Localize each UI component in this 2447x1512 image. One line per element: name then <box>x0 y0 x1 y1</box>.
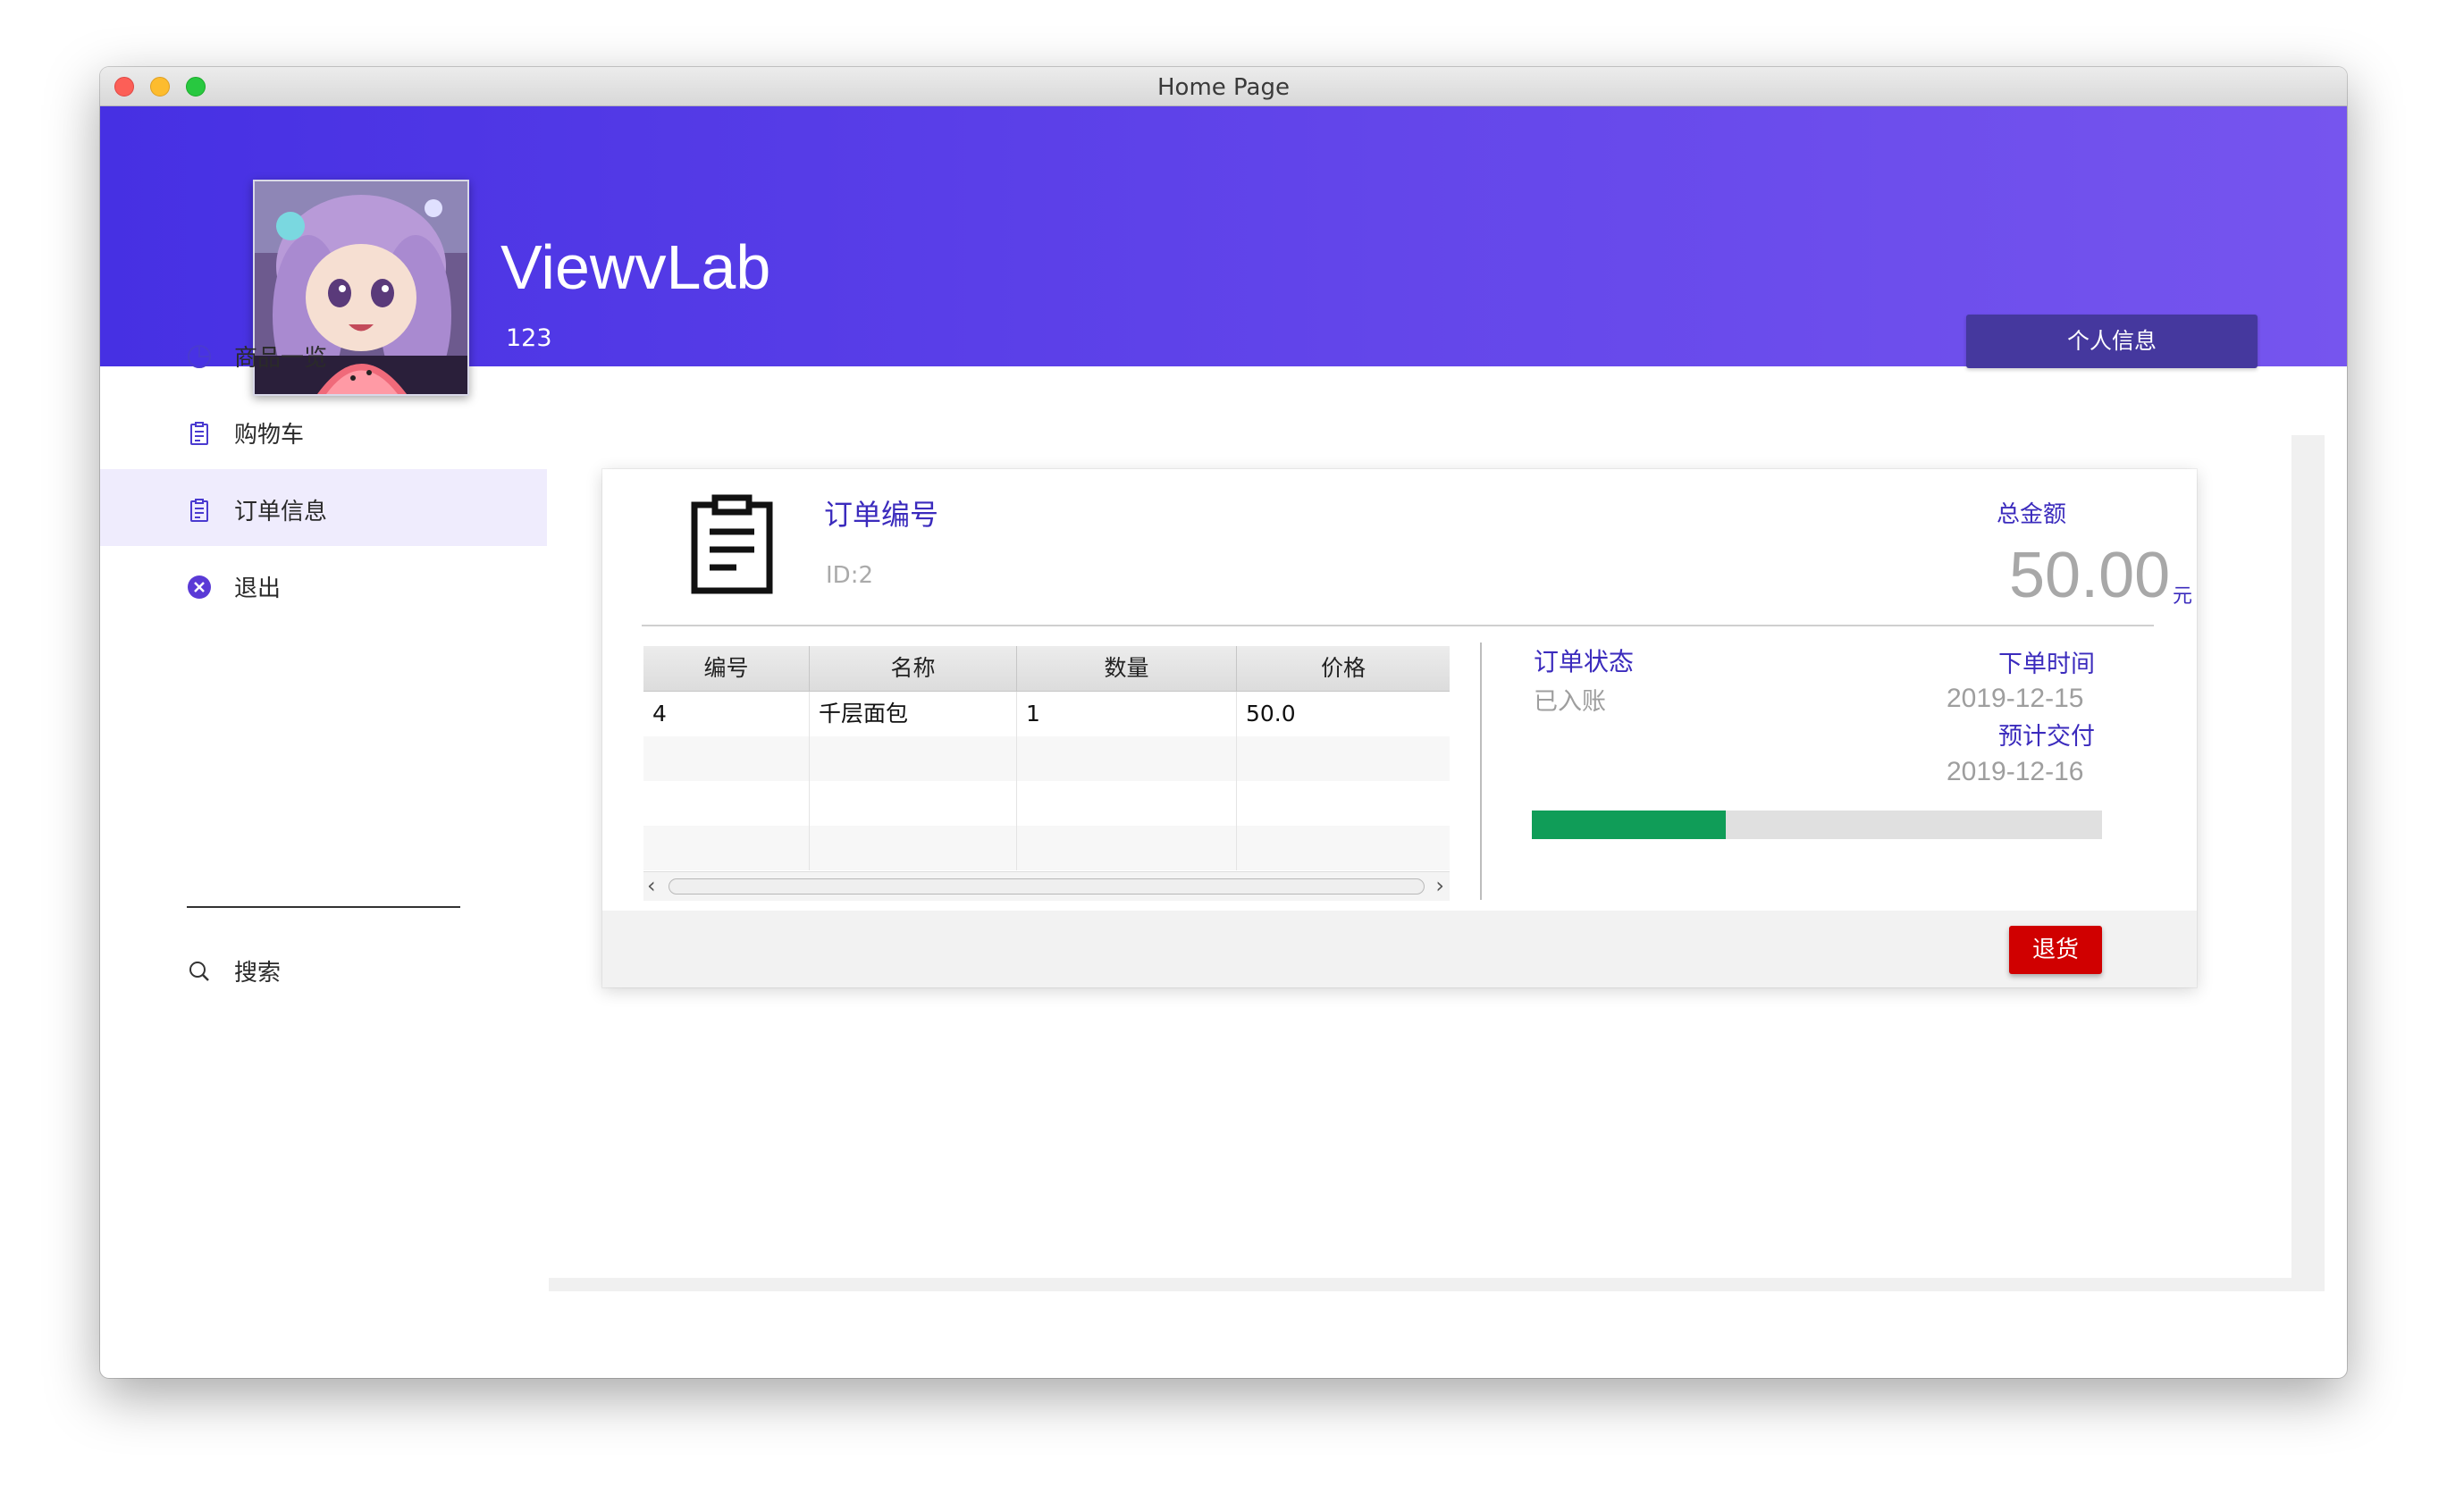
title-bar: Home Page <box>100 67 2347 106</box>
card-footer: 退货 <box>602 911 2197 987</box>
table-cell <box>643 826 810 870</box>
app-name: ViewvLab <box>500 232 771 302</box>
close-circle-icon <box>188 575 211 599</box>
order-id: ID:2 <box>826 562 873 589</box>
card-divider <box>642 625 2154 626</box>
vertical-divider <box>1480 643 1482 900</box>
clipboard-icon <box>190 422 208 445</box>
delivery-time-label: 预计交付 <box>1998 723 2095 751</box>
sidebar-item-orders[interactable]: 订单信息 <box>100 469 547 546</box>
pie-chart-icon <box>188 345 211 368</box>
progress-fill <box>1532 811 1726 839</box>
order-progress-bar <box>1532 811 2102 839</box>
vertical-scrollbar[interactable] <box>2291 435 2325 1291</box>
table-cell <box>1017 826 1237 870</box>
sidebar-item-logout[interactable]: 退出 <box>100 546 547 623</box>
table-row-empty <box>643 736 1450 781</box>
sidebar-item-products[interactable]: 商品一览 <box>100 315 547 392</box>
sidebar-item-label: 商品一览 <box>234 345 328 372</box>
sidebar-item-label: 订单信息 <box>234 499 328 525</box>
table-row-empty <box>643 781 1450 826</box>
return-button[interactable]: 退货 <box>2009 926 2102 974</box>
table-cell: 50.0 <box>1246 701 1296 727</box>
search-icon <box>189 962 209 981</box>
order-card: 订单编号 ID:2 总金额 50.00 元 编号 名称 数量 价格 4 千层面包… <box>602 469 2197 987</box>
order-items-table[interactable]: 编号 名称 数量 价格 4 千层面包 1 50.0 ‹ › <box>643 646 1450 902</box>
app-window: Home Page ViewvLab 123 个人信息 商品一览 购物车 订单信… <box>100 67 2347 1378</box>
table-cell <box>1017 736 1237 781</box>
window-title: Home Page <box>1157 74 1290 101</box>
scrollbar-thumb[interactable] <box>669 878 1425 895</box>
order-number-label: 订单编号 <box>824 498 939 532</box>
table-cell <box>643 736 810 781</box>
sidebar-item-cart[interactable]: 购物车 <box>100 392 547 469</box>
clipboard-icon <box>691 494 773 594</box>
table-cell <box>810 826 1017 870</box>
sidebar-item-label: 退出 <box>234 575 282 602</box>
column-header-quantity[interactable]: 数量 <box>1017 646 1237 691</box>
table-row[interactable]: 4 千层面包 1 50.0 <box>643 692 1450 736</box>
scroll-left-icon[interactable]: ‹ <box>647 873 656 898</box>
sidebar-search[interactable]: 搜索 <box>100 930 547 1007</box>
currency-unit: 元 <box>2173 585 2193 608</box>
table-cell: 1 <box>1017 692 1237 736</box>
scroll-right-icon[interactable]: › <box>1435 873 1444 898</box>
order-status-label: 订单状态 <box>1534 647 1635 676</box>
search-underline <box>187 906 460 908</box>
table-cell <box>1017 781 1237 826</box>
delivery-time: 2019-12-16 <box>1947 757 2084 786</box>
table-cell <box>810 736 1017 781</box>
table-cell: 4 <box>643 692 810 736</box>
order-time: 2019-12-15 <box>1947 684 2084 713</box>
column-header-price[interactable]: 价格 <box>1237 646 1450 691</box>
table-cell: 千层面包 <box>810 692 1017 736</box>
column-header-id[interactable]: 编号 <box>643 646 810 691</box>
table-cell <box>810 781 1017 826</box>
clipboard-icon <box>190 499 208 522</box>
order-time-label: 下单时间 <box>1998 651 2095 678</box>
order-status-value: 已入账 <box>1534 688 1606 716</box>
sidebar-item-label: 购物车 <box>234 422 305 449</box>
horizontal-scrollbar[interactable] <box>549 1278 2325 1291</box>
total-amount-label: 总金额 <box>1997 501 2067 528</box>
total-amount: 50.00 <box>2009 540 2171 611</box>
table-row-empty <box>643 826 1450 870</box>
search-label: 搜索 <box>234 960 282 987</box>
table-horizontal-scrollbar[interactable]: ‹ › <box>643 871 1450 901</box>
column-header-name[interactable]: 名称 <box>810 646 1017 691</box>
table-cell <box>1237 781 1450 826</box>
table-cell <box>1237 736 1450 781</box>
table-cell <box>643 781 810 826</box>
table-cell <box>1237 826 1450 870</box>
profile-info-button[interactable]: 个人信息 <box>1966 315 2258 368</box>
table-header: 编号 名称 数量 价格 <box>643 646 1450 692</box>
